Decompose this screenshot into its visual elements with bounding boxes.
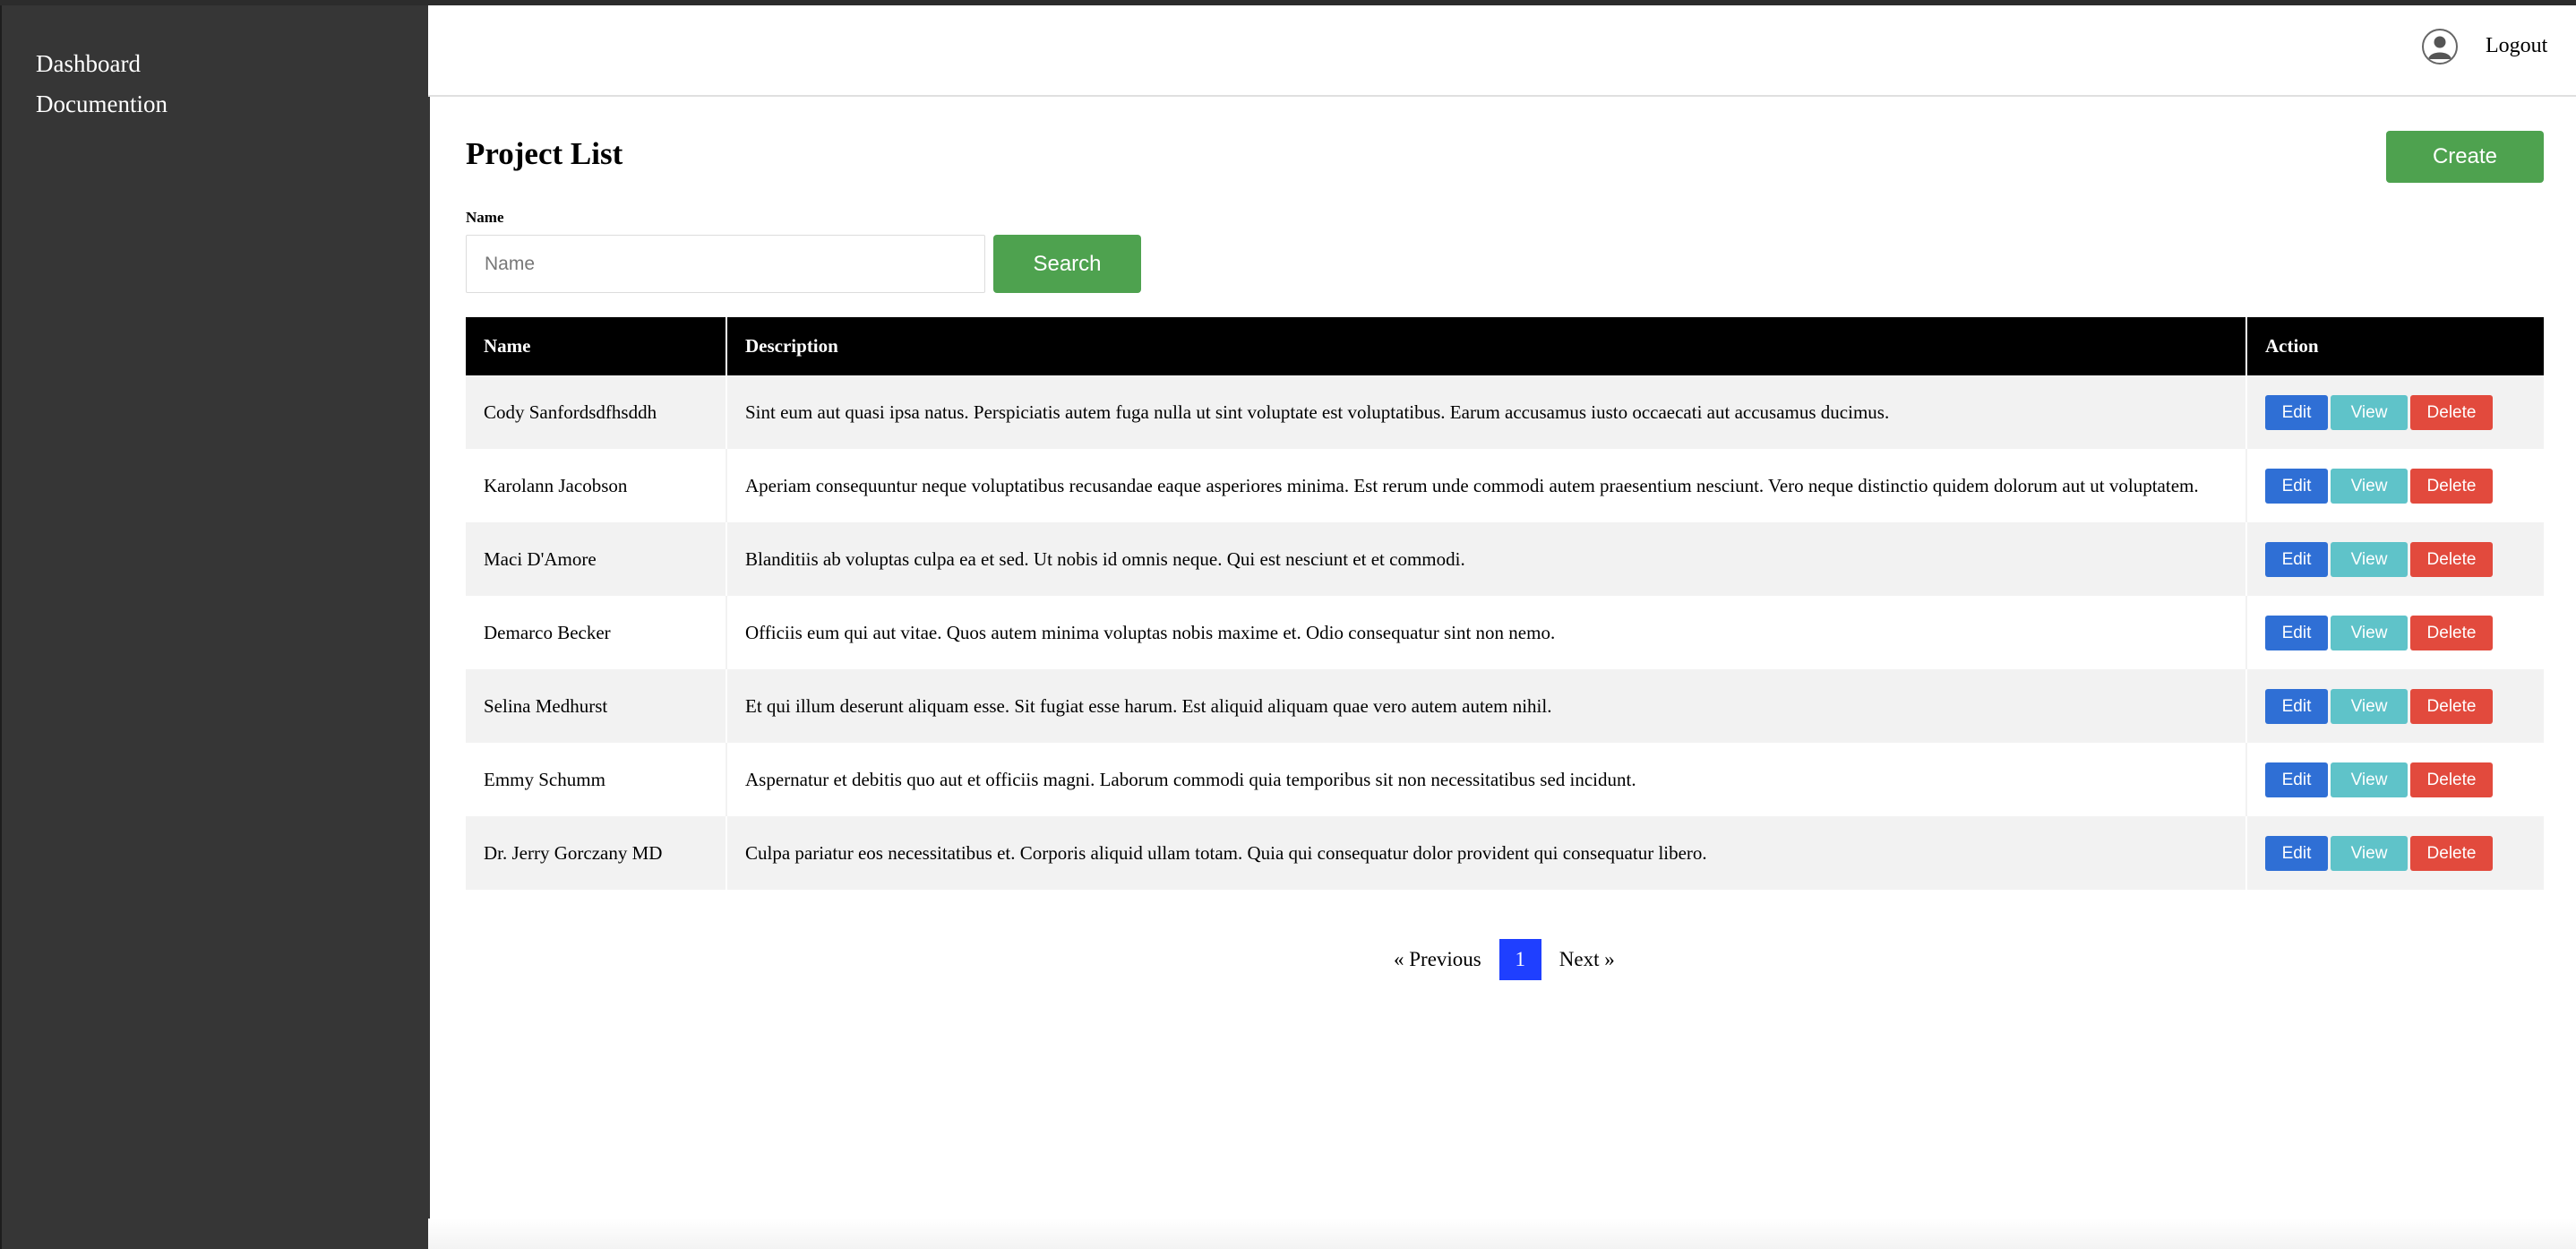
delete-button[interactable]: Delete [2410, 688, 2493, 724]
edit-button[interactable]: Edit [2265, 468, 2328, 504]
table-row: Maci D'Amore Blanditiis ab voluptas culpa… [466, 522, 2544, 596]
view-button[interactable]: View [2331, 541, 2408, 577]
delete-button[interactable]: Delete [2410, 468, 2493, 504]
table-row: Selina Medhurst Et qui illum deserunt ali… [466, 669, 2544, 743]
delete-button[interactable]: Delete [2410, 615, 2493, 650]
project-name-cell: Dr. Jerry Gorczany MD [466, 816, 727, 890]
delete-button[interactable]: Delete [2410, 762, 2493, 797]
view-button[interactable]: View [2331, 615, 2408, 650]
next-page-link[interactable]: Next » [1559, 948, 1615, 971]
project-name-cell: Emmy Schumm [466, 743, 727, 816]
edit-button[interactable]: Edit [2265, 541, 2328, 577]
edit-button[interactable]: Edit [2265, 394, 2328, 430]
project-actions-cell: Edit View Delete [2246, 522, 2544, 596]
project-actions-cell: Edit View Delete [2246, 669, 2544, 743]
table-row: Karolann Jacobson Aperiam consequuntur ne… [466, 449, 2544, 522]
project-actions-cell: Edit View Delete [2246, 816, 2544, 890]
project-actions-cell: Edit View Delete [2246, 743, 2544, 816]
column-header-action: Action [2246, 317, 2544, 375]
page-number-current[interactable]: 1 [1498, 939, 1541, 980]
view-button[interactable]: View [2331, 468, 2408, 504]
table-row: Dr. Jerry Gorczany MD Culpa pariatur eos … [466, 816, 2544, 890]
view-button[interactable]: View [2331, 688, 2408, 724]
project-actions-cell: Edit View Delete [2246, 596, 2544, 669]
view-button[interactable]: View [2331, 394, 2408, 430]
view-button[interactable]: View [2331, 835, 2408, 871]
column-header-description: Description [726, 317, 2247, 375]
project-name-cell: Cody Sanfordsdfhsddh [466, 375, 727, 449]
delete-button[interactable]: Delete [2410, 394, 2493, 430]
project-description-cell: Sint eum aut quasi ipsa natus. Perspicia… [726, 375, 2247, 449]
table-row: Emmy Schumm Aspernatur et debitis quo aut… [466, 743, 2544, 816]
logout-link[interactable]: Logout [2486, 34, 2547, 58]
table-row: Cody Sanfordsdfhsddh Sint eum aut quasi i… [466, 375, 2544, 449]
sidebar-item-documentation[interactable]: Documention [36, 90, 167, 118]
sidebar: Dashboard Documention [0, 5, 430, 1249]
search-button[interactable]: Search [993, 235, 1141, 293]
name-filter-label: Name [466, 209, 504, 226]
page-title: Project List [466, 136, 623, 171]
project-name-cell: Demarco Becker [466, 596, 727, 669]
sidebar-item-dashboard[interactable]: Dashboard [36, 50, 141, 78]
project-description-cell: Aperiam consequuntur neque voluptatibus … [726, 449, 2247, 522]
user-avatar-icon[interactable] [2422, 29, 2458, 65]
create-button[interactable]: Create [2386, 131, 2544, 183]
edit-button[interactable]: Edit [2265, 762, 2328, 797]
project-description-cell: Et qui illum deserunt aliquam esse. Sit … [726, 669, 2247, 743]
project-description-cell: Aspernatur et debitis quo aut et officii… [726, 743, 2247, 816]
name-search-input[interactable] [466, 235, 985, 293]
table-row: Demarco Becker Officiis eum qui aut vitae… [466, 596, 2544, 669]
view-button[interactable]: View [2331, 762, 2408, 797]
project-name-cell: Maci D'Amore [466, 522, 727, 596]
delete-button[interactable]: Delete [2410, 835, 2493, 871]
project-description-cell: Culpa pariatur eos necessitatibus et. Co… [726, 816, 2247, 890]
edit-button[interactable]: Edit [2265, 615, 2328, 650]
top-header [428, 5, 2576, 97]
table-header-row: Name Description Action [466, 317, 2544, 375]
project-actions-cell: Edit View Delete [2246, 449, 2544, 522]
project-description-cell: Officiis eum qui aut vitae. Quos autem m… [726, 596, 2247, 669]
bottom-shadow [428, 1219, 2576, 1249]
project-name-cell: Selina Medhurst [466, 669, 727, 743]
project-actions-cell: Edit View Delete [2246, 375, 2544, 449]
project-description-cell: Blanditiis ab voluptas culpa ea et sed. … [726, 522, 2247, 596]
delete-button[interactable]: Delete [2410, 541, 2493, 577]
project-name-cell: Karolann Jacobson [466, 449, 727, 522]
pagination: « Previous 1 Next » [1394, 939, 1615, 980]
edit-button[interactable]: Edit [2265, 688, 2328, 724]
column-header-name: Name [466, 317, 727, 375]
project-table: Name Description Action Cody Sanfordsdfh… [466, 317, 2544, 890]
previous-page-link[interactable]: « Previous [1394, 948, 1481, 971]
edit-button[interactable]: Edit [2265, 835, 2328, 871]
